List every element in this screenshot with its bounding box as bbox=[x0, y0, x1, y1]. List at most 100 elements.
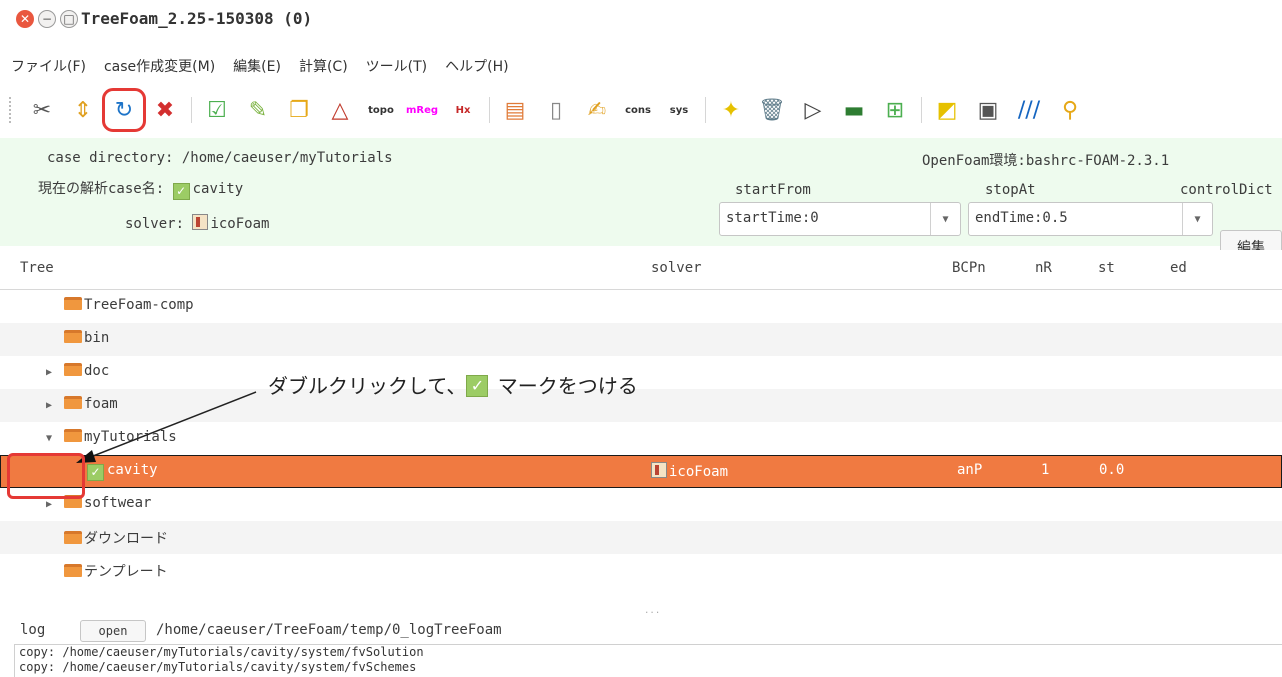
menu-file[interactable]: ファイル(F) bbox=[11, 56, 86, 82]
pane-splitter[interactable]: ... bbox=[644, 606, 660, 616]
toolbar-separator bbox=[921, 97, 922, 123]
run-icon[interactable]: ▷ bbox=[796, 93, 830, 127]
folder-icon bbox=[64, 396, 82, 409]
folder-icon bbox=[64, 330, 82, 343]
menu-case[interactable]: case作成変更(M) bbox=[104, 56, 215, 82]
stop-at-select[interactable]: endTime:0.5 ▼ bbox=[968, 202, 1213, 236]
log-output[interactable]: copy: /home/caeuser/myTutorials/cavity/s… bbox=[14, 644, 1282, 677]
case-check-icon: ✓ bbox=[172, 183, 190, 200]
annotation-text-after: マークをつける bbox=[491, 374, 638, 398]
expand-arrow-icon[interactable]: ▶ bbox=[46, 400, 52, 411]
log-bar: log open /home/caeuser/TreeFoam/temp/0_l… bbox=[0, 620, 1282, 644]
tree-row-label: myTutorials bbox=[84, 429, 177, 445]
tree-row[interactable]: ▶ doc bbox=[0, 356, 1282, 389]
start-from-value: startTime:0 bbox=[726, 210, 819, 226]
column-nr[interactable]: nR bbox=[1035, 260, 1052, 276]
check-case-icon[interactable]: ☑ bbox=[200, 93, 234, 127]
tree-row[interactable]: TreeFoam-comp bbox=[0, 290, 1282, 323]
current-case-label: 現在の解析case名: bbox=[38, 181, 165, 197]
openfoam-env-label: OpenFoam環境: bbox=[922, 153, 1026, 169]
tree-row-label: テンプレート bbox=[84, 564, 168, 580]
folder-icon bbox=[64, 531, 82, 544]
menu-edit[interactable]: 編集(E) bbox=[233, 56, 281, 82]
toolbar-grip[interactable] bbox=[9, 97, 13, 123]
collapse-arrow-icon[interactable]: ▼ bbox=[46, 433, 52, 444]
tree-row-selected[interactable]: ✓ cavity icoFoam anP 1 0.0 bbox=[0, 455, 1282, 488]
grid-icon[interactable]: ⊞ bbox=[878, 93, 912, 127]
log-path: /home/caeuser/TreeFoam/temp/0_logTreeFoa… bbox=[156, 622, 502, 638]
clear-icon[interactable]: 🗑 bbox=[755, 93, 789, 127]
monitor-icon[interactable]: ▬ bbox=[837, 93, 871, 127]
tree-row[interactable]: ダウンロード bbox=[0, 521, 1282, 554]
tree-row-label: softwear bbox=[84, 495, 152, 511]
terminal-icon[interactable]: ▣ bbox=[971, 93, 1005, 127]
document-icon[interactable]: ▯ bbox=[539, 93, 573, 127]
folder-icon bbox=[64, 363, 82, 376]
mesh-icon[interactable]: △ bbox=[323, 93, 357, 127]
tools-icon[interactable]: ✂ bbox=[25, 93, 59, 127]
expand-arrow-icon[interactable]: ▶ bbox=[46, 499, 52, 510]
tree-row[interactable]: テンプレート bbox=[0, 554, 1282, 587]
control-dict-label: controlDict bbox=[1180, 182, 1273, 198]
chevron-down-icon[interactable]: ▼ bbox=[930, 203, 960, 235]
start-from-select[interactable]: startTime:0 ▼ bbox=[719, 202, 961, 236]
stop-icon[interactable]: ✖ bbox=[148, 93, 182, 127]
tree-row-label: foam bbox=[84, 396, 118, 412]
menu-bar: ファイル(F) case作成変更(M) 編集(E) 計算(C) ツール(T) ヘ… bbox=[0, 56, 1282, 82]
more-icon[interactable]: ⚲ bbox=[1053, 93, 1087, 127]
close-window-button[interactable]: ✕ bbox=[16, 10, 34, 28]
log-line: copy: /home/caeuser/myTutorials/cavity/s… bbox=[19, 660, 417, 674]
minimize-window-button[interactable]: − bbox=[38, 10, 56, 28]
menu-calc[interactable]: 計算(C) bbox=[299, 56, 348, 82]
highlight-box bbox=[7, 453, 85, 499]
case-directory-value: /home/caeuser/myTutorials bbox=[181, 150, 393, 166]
topo-icon[interactable]: topo bbox=[364, 93, 398, 127]
paraview-icon[interactable]: /// bbox=[1012, 93, 1046, 127]
toolbar-separator bbox=[489, 97, 490, 123]
star-doc-icon[interactable]: ✦ bbox=[714, 93, 748, 127]
cons-icon[interactable]: cons bbox=[621, 93, 655, 127]
annotation-text-before: ダブルクリックして、 bbox=[268, 374, 467, 398]
stop-at-value: endTime:0.5 bbox=[975, 210, 1068, 226]
case-check-icon: ✓ bbox=[87, 464, 104, 481]
refresh-icon[interactable]: ↻ bbox=[102, 88, 146, 132]
tree-row[interactable]: ▼ myTutorials bbox=[0, 422, 1282, 455]
title-bar: ✕ − □ TreeFoam_2.25-150308 (0) bbox=[0, 0, 1282, 36]
maximize-window-button[interactable]: □ bbox=[60, 10, 78, 28]
palette-icon[interactable]: ▤ bbox=[498, 93, 532, 127]
solver-row: solver: icoFoam bbox=[125, 214, 269, 232]
column-ed[interactable]: ed bbox=[1170, 260, 1187, 276]
check-edit-icon[interactable]: ✎ bbox=[241, 93, 275, 127]
toolbar-separator bbox=[705, 97, 706, 123]
copy-icon[interactable]: ❐ bbox=[282, 93, 316, 127]
chevron-down-icon[interactable]: ▼ bbox=[1182, 203, 1212, 235]
tree-row[interactable]: bin bbox=[0, 323, 1282, 356]
case-directory-row: case directory: /home/caeuser/myTutorial… bbox=[47, 150, 393, 166]
column-tree[interactable]: Tree bbox=[20, 260, 54, 276]
case-directory-label: case directory: bbox=[47, 150, 174, 166]
current-case-row: 現在の解析case名: ✓ cavity bbox=[38, 178, 243, 200]
menu-tools[interactable]: ツール(T) bbox=[366, 56, 427, 82]
start-from-label: startFrom bbox=[735, 182, 811, 198]
paraview-doc-icon[interactable]: ◩ bbox=[930, 93, 964, 127]
column-bcpn[interactable]: BCPn bbox=[952, 260, 986, 276]
edit-doc-icon[interactable]: ✍ bbox=[580, 93, 614, 127]
menu-help[interactable]: ヘルプ(H) bbox=[445, 56, 508, 82]
folder-icon bbox=[64, 564, 82, 577]
mreg-icon[interactable]: mReg bbox=[405, 93, 439, 127]
up-down-icon[interactable]: ⇕ bbox=[66, 93, 100, 127]
column-solver[interactable]: solver bbox=[651, 260, 702, 276]
row-solver: icoFoam bbox=[669, 464, 729, 480]
tree-row[interactable]: ▶ foam bbox=[0, 389, 1282, 422]
open-log-button[interactable]: open bbox=[80, 620, 146, 642]
solver-label: solver: bbox=[125, 216, 185, 232]
sys-icon[interactable]: sys bbox=[662, 93, 696, 127]
tree-row-label: doc bbox=[84, 363, 110, 379]
column-st[interactable]: st bbox=[1098, 260, 1115, 276]
tree-row-label: ダウンロード bbox=[84, 531, 168, 547]
tree-row[interactable]: ▶ softwear bbox=[0, 488, 1282, 521]
openfoam-env-row: OpenFoam環境:bashrc-FOAM-2.3.1 bbox=[922, 150, 1169, 170]
helyx-icon[interactable]: Hx bbox=[446, 93, 480, 127]
expand-arrow-icon[interactable]: ▶ bbox=[46, 367, 52, 378]
openfoam-env-value[interactable]: bashrc-FOAM-2.3.1 bbox=[1026, 153, 1169, 169]
